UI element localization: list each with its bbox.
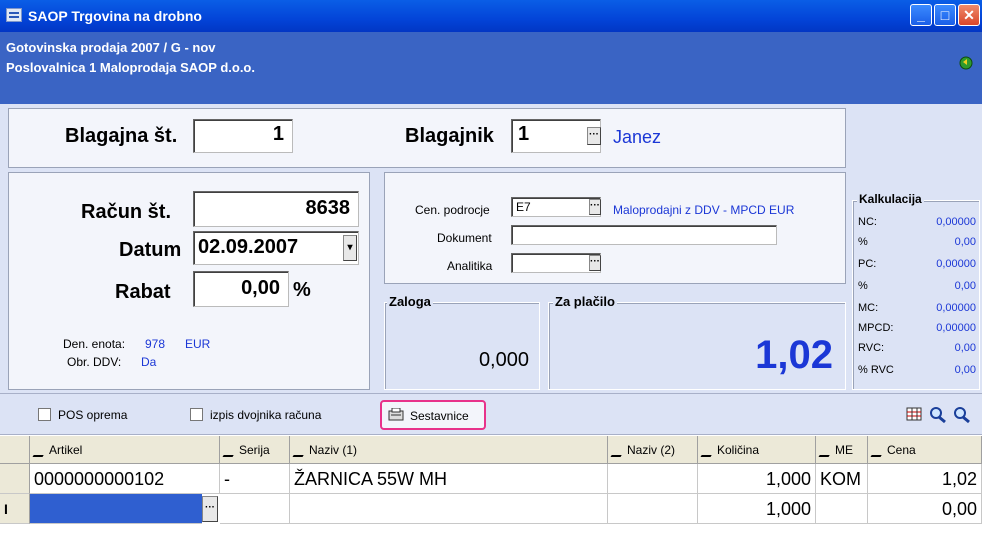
- cell-me[interactable]: [816, 494, 868, 524]
- row-header-corner: [0, 436, 30, 464]
- options-toolbar: POS oprema izpis dvojnika računa Sestavn…: [0, 393, 982, 435]
- obr-ddv-value: Da: [141, 355, 157, 369]
- analitika-label: Analitika: [447, 259, 493, 273]
- kalk-row: % RVC 0,00: [858, 364, 976, 376]
- column-header-kolicina[interactable]: Količina: [698, 436, 816, 464]
- blagajnik-lookup-button[interactable]: ···: [587, 127, 601, 145]
- cell-serija[interactable]: [220, 494, 290, 524]
- datum-dropdown-button[interactable]: ▾: [343, 235, 357, 261]
- cen-podrocje-desc: Maloprodajni z DDV - MPCD EUR: [613, 203, 795, 217]
- racun-label: Račun št.: [81, 201, 172, 223]
- window-title: SAOP Trgovina na drobno: [28, 8, 202, 24]
- dokument-label: Dokument: [437, 231, 492, 245]
- kalk-row: % 0,00: [858, 236, 976, 248]
- artikel-lookup-button[interactable]: ···: [202, 496, 218, 522]
- za-placilo-label: Za plačilo: [553, 294, 617, 309]
- cell-serija[interactable]: -: [220, 464, 290, 494]
- kalk-row: NC: 0,00000: [858, 216, 976, 228]
- blagajna-field[interactable]: 1: [193, 119, 293, 153]
- components-icon: [388, 408, 404, 421]
- datum-label: Datum: [119, 239, 182, 261]
- close-button[interactable]: ✕: [958, 4, 980, 26]
- column-header-naziv2[interactable]: Naziv (2): [608, 436, 698, 464]
- cell-kolicina[interactable]: 1,000: [698, 464, 816, 494]
- sestavnice-button[interactable]: Sestavnice: [380, 400, 486, 430]
- kalk-row: MPCD: 0,00000: [858, 322, 976, 334]
- invoice-panel: Račun št. 8638 Datum 02.09.2007 ▾ Rabat …: [8, 172, 370, 390]
- rabat-field[interactable]: 0,00: [193, 271, 289, 307]
- kalk-row: MC: 0,00000: [858, 302, 976, 314]
- cell-me[interactable]: KOM: [816, 464, 868, 494]
- cell-naziv2[interactable]: [608, 494, 698, 524]
- za-placilo-group: Za plačilo 1,02: [548, 294, 846, 390]
- branch-name: Poslovalnica 1 Maloprodaja SAOP d.o.o.: [6, 60, 255, 75]
- izpis-dvojnika-label: izpis dvojnika računa: [210, 408, 322, 422]
- blagajnik-label: Blagajnik: [405, 125, 494, 147]
- datum-field[interactable]: 02.09.2007: [193, 231, 359, 265]
- column-header-artikel[interactable]: Artikel: [30, 436, 220, 464]
- cell-artikel[interactable]: 0000000000102: [30, 464, 220, 494]
- den-enota-value: EUR: [185, 337, 211, 351]
- izpis-dvojnika-checkbox[interactable]: [190, 408, 203, 421]
- zaloga-label: Zaloga: [387, 294, 433, 309]
- cen-podrocje-field[interactable]: E7: [511, 197, 601, 217]
- column-header-me[interactable]: ME: [816, 436, 868, 464]
- document-type: Gotovinska prodaja 2007 / G - nov: [6, 40, 216, 55]
- kalkulacija-title: Kalkulacija: [857, 192, 924, 206]
- zaloga-value: 0,000: [478, 349, 529, 371]
- search-next-icon[interactable]: [952, 406, 972, 424]
- kalk-row: % 0,00: [858, 280, 976, 292]
- pos-oprema-checkbox[interactable]: [38, 408, 51, 421]
- cen-podrocje-lookup-button[interactable]: ···: [589, 199, 601, 215]
- row-header-active[interactable]: I: [0, 494, 30, 524]
- cell-naziv1[interactable]: ŽARNICA 55W MH: [290, 464, 608, 494]
- cell-cena[interactable]: 1,02: [868, 464, 982, 494]
- cell-naziv1[interactable]: [290, 494, 608, 524]
- rabat-label: Rabat: [115, 281, 171, 303]
- rabat-unit: %: [293, 279, 311, 301]
- column-header-cena[interactable]: Cena: [868, 436, 982, 464]
- cen-podrocje-label: Cen. podrocje: [415, 203, 490, 217]
- document-header: Gotovinska prodaja 2007 / G - nov Poslov…: [0, 32, 982, 104]
- search-icon[interactable]: [928, 406, 948, 424]
- cell-kolicina[interactable]: 1,000: [698, 494, 816, 524]
- blagajna-label: Blagajna št.: [65, 125, 178, 147]
- zaloga-group: Zaloga 0,000: [384, 294, 540, 390]
- analitika-lookup-button[interactable]: ···: [589, 255, 601, 271]
- den-enota-label: Den. enota:: [63, 337, 126, 351]
- maximize-button[interactable]: □: [934, 4, 956, 26]
- cash-register-panel: Blagajna št. 1 Blagajnik 1 ··· Janez: [8, 108, 846, 168]
- refresh-icon[interactable]: [958, 54, 976, 70]
- cell-artikel-active[interactable]: [30, 494, 202, 524]
- za-placilo-value: 1,02: [755, 333, 833, 377]
- pricing-panel: Cen. podrocje E7 ··· Maloprodajni z DDV …: [384, 172, 846, 284]
- blagajnik-name: Janez: [613, 127, 662, 147]
- sestavnice-label: Sestavnice: [410, 409, 469, 423]
- dokument-field[interactable]: [511, 225, 777, 245]
- row-header[interactable]: [0, 464, 30, 494]
- app-icon: [6, 8, 22, 22]
- den-enota-code: 978: [145, 337, 166, 351]
- kalk-row: PC: 0,00000: [858, 258, 976, 270]
- racun-field[interactable]: 8638: [193, 191, 359, 227]
- column-header-serija[interactable]: Serija: [220, 436, 290, 464]
- obr-ddv-label: Obr. DDV:: [67, 355, 122, 369]
- grid-settings-icon[interactable]: [906, 406, 926, 424]
- analitika-field[interactable]: [511, 253, 601, 273]
- column-header-naziv1[interactable]: Naziv (1): [290, 436, 608, 464]
- minimize-button[interactable]: _: [910, 4, 932, 26]
- pos-oprema-label: POS oprema: [58, 408, 128, 422]
- cell-naziv2[interactable]: [608, 464, 698, 494]
- title-bar: SAOP Trgovina na drobno _ □ ✕: [0, 0, 982, 32]
- kalk-row: RVC: 0,00: [858, 342, 976, 354]
- cell-cena[interactable]: 0,00: [868, 494, 982, 524]
